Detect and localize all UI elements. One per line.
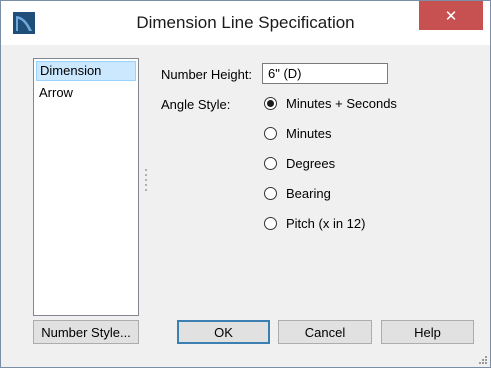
- radio-label: Pitch (x in 12): [286, 216, 366, 231]
- cancel-button[interactable]: Cancel: [278, 320, 372, 344]
- close-button[interactable]: ✕: [419, 1, 483, 30]
- help-button[interactable]: Help: [381, 320, 474, 344]
- resize-grip-icon[interactable]: [477, 354, 487, 364]
- splitter-handle[interactable]: [145, 169, 148, 199]
- radio-pitch[interactable]: Pitch (x in 12): [264, 216, 365, 231]
- radio-minutes-seconds[interactable]: Minutes + Seconds: [264, 96, 397, 111]
- ok-button[interactable]: OK: [177, 320, 270, 344]
- radio-label: Degrees: [286, 156, 336, 171]
- angle-style-label: Angle Style:: [161, 97, 231, 112]
- list-item-arrow[interactable]: Arrow: [36, 83, 136, 102]
- radio-unchecked-icon: [264, 217, 277, 230]
- radio-label: Minutes: [286, 126, 332, 141]
- dialog-window: Dimension Line Specification ✕ Dimension…: [0, 0, 491, 368]
- radio-degrees[interactable]: Degrees: [264, 156, 335, 171]
- radio-label: Minutes + Seconds: [286, 96, 397, 111]
- number-style-button[interactable]: Number Style...: [33, 320, 139, 344]
- list-item-dimension[interactable]: Dimension: [36, 61, 136, 81]
- close-icon: ✕: [444, 7, 458, 25]
- number-height-label: Number Height:: [161, 67, 253, 82]
- radio-unchecked-icon: [264, 187, 277, 200]
- radio-label: Bearing: [286, 186, 331, 201]
- window-title: Dimension Line Specification: [136, 13, 355, 32]
- number-height-field[interactable]: 6" (D): [262, 63, 388, 84]
- radio-unchecked-icon: [264, 157, 277, 170]
- radio-bearing[interactable]: Bearing: [264, 186, 331, 201]
- category-list[interactable]: Dimension Arrow: [33, 58, 139, 316]
- radio-checked-icon: [264, 97, 277, 110]
- title-bar[interactable]: Dimension Line Specification ✕: [1, 1, 490, 45]
- radio-minutes[interactable]: Minutes: [264, 126, 332, 141]
- radio-unchecked-icon: [264, 127, 277, 140]
